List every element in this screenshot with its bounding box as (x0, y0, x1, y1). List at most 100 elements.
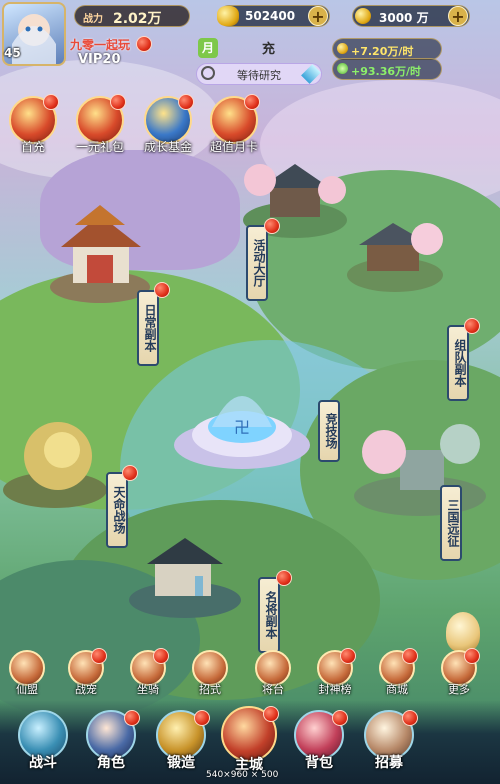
exp-rate: +93.36万/时 (351, 65, 422, 78)
coin-icon (337, 43, 348, 54)
palace-icon (50, 205, 150, 303)
svg-text:卍: 卍 (234, 418, 250, 437)
crystal-icon (301, 64, 321, 84)
monthly-card-button[interactable]: 超值月卡 (206, 94, 262, 155)
nav-label: 锻造 (167, 755, 195, 771)
player-level: 45 (4, 46, 21, 60)
location-label-destiny-battle[interactable]: 天命战场 (106, 472, 128, 548)
location-label-activity-hall[interactable]: 活动大厅 (246, 225, 268, 301)
nav-bag[interactable]: 背包 (290, 710, 348, 772)
nav-character[interactable]: 角色 (82, 710, 140, 772)
growth-fund-button[interactable]: 成长基金 (140, 94, 196, 155)
lotus-arena-icon: 卍 (174, 396, 310, 469)
feature-label: 成长基金 (143, 140, 192, 154)
arena-building[interactable]: 卍 (172, 365, 312, 475)
sub-nav-mount[interactable]: 坐骑 (125, 648, 171, 697)
exp-icon (337, 63, 348, 74)
notification-dot (276, 570, 292, 586)
nav-label: 背包 (305, 755, 333, 771)
tea-house-icon (347, 223, 443, 292)
notification-dot (154, 282, 170, 298)
notification-dot (91, 648, 107, 664)
first-recharge-button[interactable]: 首充 (5, 94, 61, 155)
nav-forge[interactable]: 锻造 (152, 710, 210, 772)
notification-dot (153, 648, 169, 664)
feature-label: 超值月卡 (209, 140, 258, 154)
notification-dot (194, 710, 210, 726)
nav-recruit[interactable]: 招募 (360, 710, 418, 772)
golden-beast-icon (3, 422, 107, 508)
research-status: 等待研究 (237, 69, 281, 82)
notification-dot (263, 706, 279, 722)
location-label-three-kingdoms[interactable]: 三国远征 (440, 485, 462, 561)
notification-dot (402, 710, 418, 726)
sub-nav-ranking[interactable]: 封神榜 (312, 648, 358, 697)
notification-dot (122, 465, 138, 481)
sub-nav-pet[interactable]: 战宠 (63, 648, 109, 697)
silver-ingot-icon (217, 6, 239, 26)
hero-dungeon-building[interactable] (125, 520, 245, 620)
power-label: 战力 (83, 14, 103, 25)
add-gold-button[interactable]: + (448, 6, 468, 26)
power-value: 2.02万 (113, 11, 162, 27)
dragon-icon (144, 94, 194, 144)
feature-label: 首充 (20, 140, 45, 154)
silver-rate: +7.20万/时 (351, 45, 414, 58)
gold-coin-icon (355, 8, 371, 24)
nav-label: 战斗 (29, 755, 57, 771)
one-yuan-pack-button[interactable]: 一元礼包 (72, 94, 128, 155)
nav-battle[interactable]: 战斗 (14, 710, 72, 772)
sub-nav-general-platform[interactable]: 将台 (250, 650, 296, 697)
notification-dot (110, 94, 126, 110)
three-kingdoms-building[interactable] (350, 400, 490, 520)
silver-amount: 502400 (245, 9, 296, 23)
lantern-icon[interactable] (446, 612, 480, 652)
sub-nav-label: 坐骑 (137, 683, 159, 696)
notification-dot (332, 710, 348, 726)
exp-rate-bar: +93.36万/时 (332, 58, 442, 80)
recharge-button[interactable]: 充 (262, 38, 275, 57)
nav-main-city[interactable]: 主城 (220, 706, 279, 774)
sub-nav-label: 招式 (199, 683, 221, 696)
notification-dot (402, 648, 418, 664)
card-icon (210, 94, 260, 144)
notification-dot (464, 648, 480, 664)
notification-dot (264, 218, 280, 234)
feature-label: 一元礼包 (75, 140, 124, 154)
sub-nav-more[interactable]: 更多 (436, 648, 482, 697)
daily-dungeon-building[interactable] (45, 195, 155, 305)
magnifier-icon (201, 66, 215, 80)
garden-icon (354, 424, 486, 516)
sub-nav-label: 商城 (386, 683, 408, 696)
notification-dot (178, 94, 194, 110)
nav-label: 角色 (97, 755, 125, 771)
sub-nav-guild[interactable]: 仙盟 (4, 650, 50, 697)
calendar-icon[interactable]: 月 (198, 38, 218, 58)
notification-dot (124, 710, 140, 726)
research-bar[interactable]: 等待研究 (196, 63, 322, 85)
notification-dot (464, 318, 480, 334)
vip-level[interactable]: VIP20 (78, 52, 121, 67)
location-label-arena[interactable]: 竞技场 (318, 400, 340, 462)
silver-rate-bar: +7.20万/时 (332, 38, 442, 60)
notification-dot (340, 648, 356, 664)
sub-nav-label: 仙盟 (16, 683, 38, 696)
sub-nav-label: 更多 (448, 683, 470, 696)
location-label-daily-dungeon[interactable]: 日常副本 (137, 290, 159, 366)
notification-dot (43, 94, 59, 110)
notification-dot (244, 94, 260, 110)
sub-nav-shop[interactable]: 商城 (374, 648, 420, 697)
sub-nav-label: 战宠 (75, 683, 97, 696)
gold-amount: 3000 万 (379, 11, 429, 25)
resolution-overlay: 540×960 × 500 (206, 770, 279, 780)
destiny-battle-building[interactable] (0, 400, 110, 510)
banner-text: 九零一起玩 (70, 38, 131, 52)
shrine-icon (129, 538, 241, 618)
location-label-team-dungeon[interactable]: 组队副本 (447, 325, 469, 401)
sub-nav-skill[interactable]: 招式 (187, 650, 233, 697)
location-label-hero-dungeon[interactable]: 名将副本 (258, 577, 280, 653)
team-dungeon-building[interactable] (345, 205, 445, 295)
sub-nav-label: 封神榜 (318, 683, 352, 696)
nav-label: 招募 (375, 755, 403, 771)
add-silver-button[interactable]: + (308, 6, 328, 26)
